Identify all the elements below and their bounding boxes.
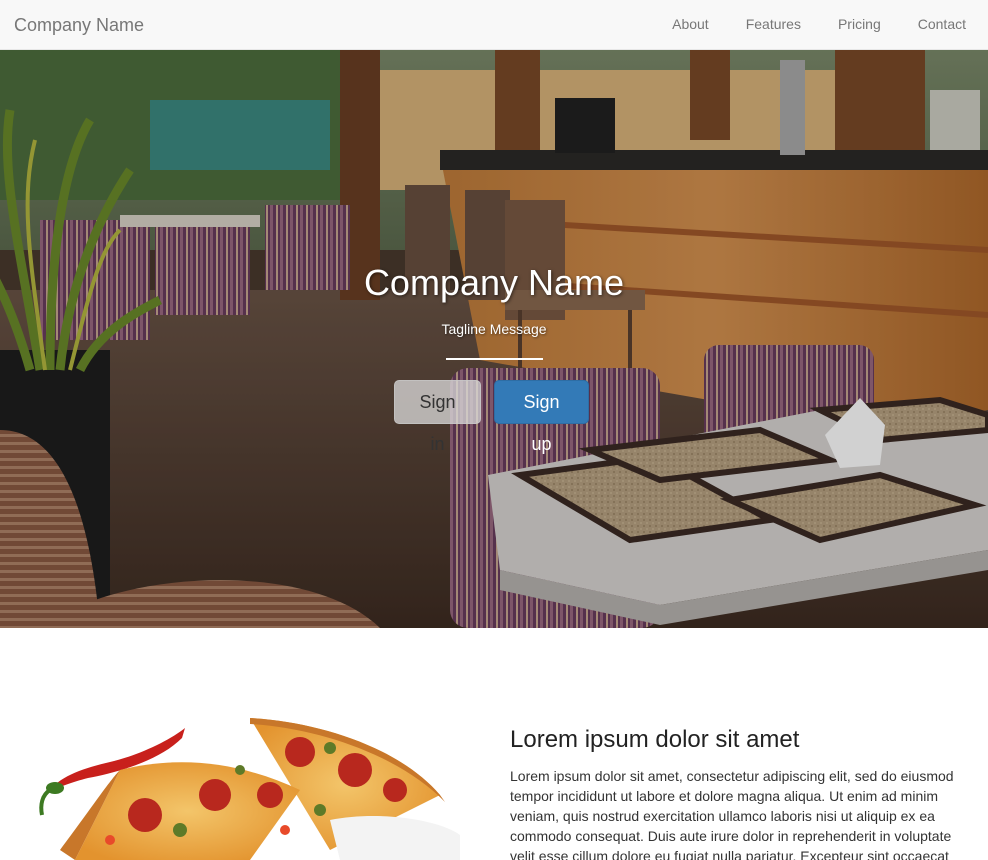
- feature-content: Lorem ipsum dolor sit amet Lorem ipsum d…: [510, 726, 965, 860]
- hero-tagline: Tagline Message: [441, 321, 547, 337]
- nav-links: About Features Pricing Contact: [657, 0, 988, 50]
- navbar: Company Name About Features Pricing Cont…: [0, 0, 988, 50]
- hero-title: Company Name: [363, 262, 625, 303]
- nav-link-pricing[interactable]: Pricing: [823, 0, 903, 50]
- pizza-image: [0, 700, 460, 860]
- hero-divider: [446, 358, 543, 360]
- signin-button[interactable]: Sign in: [394, 380, 481, 454]
- feature-text: Lorem ipsum dolor sit amet, consectetur …: [510, 768, 954, 860]
- feature-title: Lorem ipsum dolor sit amet: [510, 726, 800, 753]
- nav-link-features[interactable]: Features: [731, 0, 823, 50]
- brand-link[interactable]: Company Name: [14, 14, 144, 36]
- signup-button[interactable]: Sign up: [494, 380, 589, 454]
- hero-overlay: Company Name Tagline Message Sign in Sig…: [0, 50, 988, 628]
- hero-section: Company Name Tagline Message Sign in Sig…: [0, 50, 988, 628]
- pizza-illustration: [39, 718, 460, 860]
- nav-link-contact[interactable]: Contact: [903, 0, 988, 50]
- nav-link-about[interactable]: About: [657, 0, 731, 50]
